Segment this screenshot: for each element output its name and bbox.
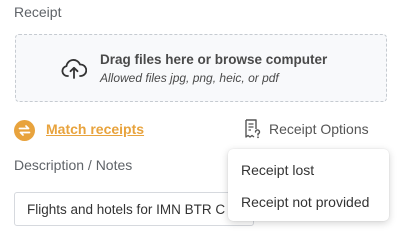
match-receipts-link[interactable]: Match receipts [46,121,144,137]
description-notes-value: Flights and hotels for IMN BTR C [27,202,226,217]
receipt-dropzone[interactable]: Drag files here or browse computer Allow… [15,34,387,102]
menu-item-receipt-not-provided[interactable]: Receipt not provided [241,194,369,210]
receipt-label: Receipt [14,4,62,20]
dropzone-title: Drag files here or browse computer [100,52,328,67]
swap-arrows-icon[interactable] [14,120,35,141]
menu-item-receipt-lost[interactable]: Receipt lost [241,162,314,178]
description-notes-input[interactable]: Flights and hotels for IMN BTR C [14,192,254,226]
dropzone-allowed-files: Allowed files jpg, png, heic, or pdf [100,71,279,85]
description-notes-label: Description / Notes [14,157,133,173]
receipt-options-menu: Receipt lost Receipt not provided [228,149,389,221]
receipt-question-icon [245,119,261,139]
receipt-options-label: Receipt Options [269,121,369,137]
cloud-upload-icon [61,59,87,79]
receipt-options-button[interactable]: Receipt Options [244,119,369,139]
